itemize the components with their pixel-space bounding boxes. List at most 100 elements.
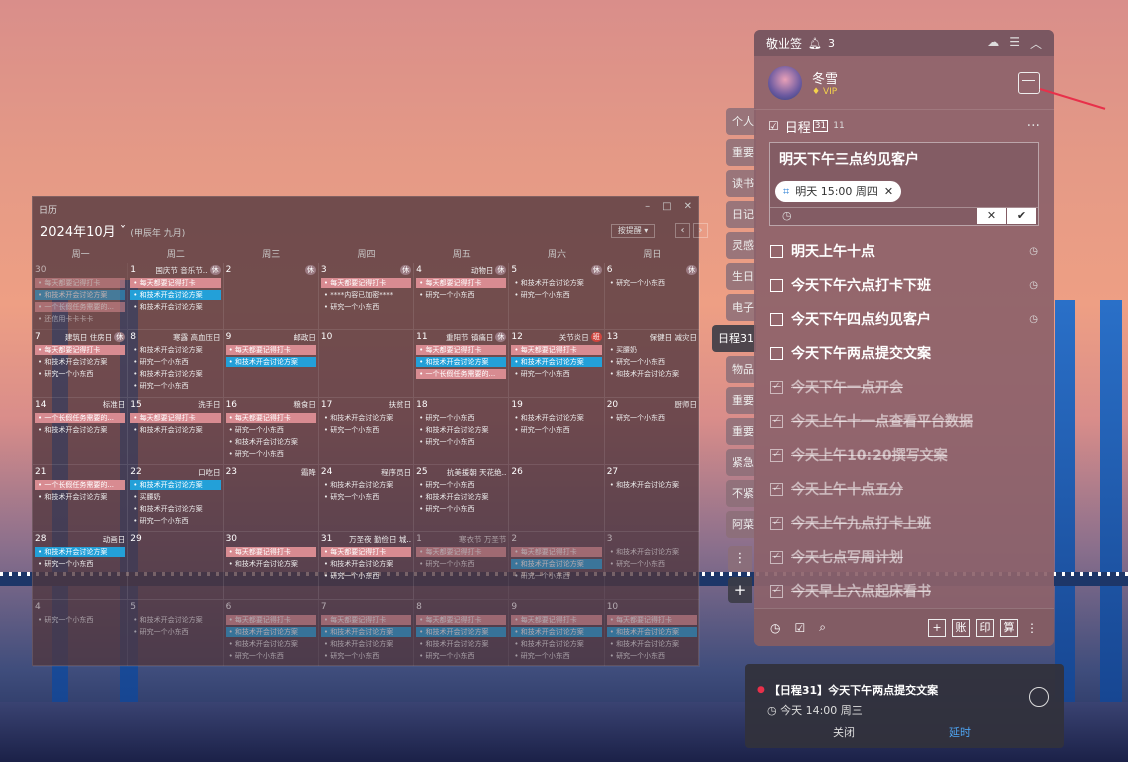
category-tab[interactable]: 重要 [726,418,756,445]
calendar-event[interactable]: • 和技术开会讨论方案 [321,480,411,490]
day-cell[interactable]: 3 休 • 每天都要记得打卡 • ****内容已加密**** • 研究一个小东西 [318,263,415,331]
calendar-event[interactable]: • 和技术开会讨论方案 [607,369,697,379]
toolbar-button[interactable]: 印 [976,618,994,637]
calendar-event[interactable]: • 和技术开会讨论方案 [416,357,507,368]
calendar-event[interactable]: • 和技术开会讨论方案 [607,639,697,649]
calendar-event[interactable]: • 和技术开会讨论方案 [416,425,506,435]
calendar-event[interactable]: • 一个长假任务需要的... [416,369,507,380]
day-cell[interactable]: 6 休 • 研究一个小东西 [604,263,700,331]
close-icon[interactable]: ✕ [684,201,692,212]
calendar-event[interactable]: • ****内容已加密**** [321,290,411,300]
calendar-event[interactable]: • 和技术开会讨论方案 [130,480,221,490]
toolbar-button[interactable]: + [928,618,946,637]
calendar-event[interactable]: • 和技术开会讨论方案 [606,626,697,637]
calendar-event[interactable]: • 研究一个小东西 [607,413,697,423]
calendar-event[interactable]: • 每天都要记得打卡 [416,345,507,356]
calendar-event[interactable]: • 研究一个小东西 [321,571,411,581]
calendar-event[interactable]: • 研究一个小东西 [511,571,601,581]
calendar-event[interactable]: • 每天都要记得打卡 [511,345,602,356]
calendar-event[interactable]: • 研究一个小东西 [130,357,220,367]
calendar-event[interactable]: • 还信用卡卡卡卡 [35,314,125,324]
calendar-event[interactable]: • 研究一个小东西 [35,559,125,569]
calendar-event[interactable]: • 和技术开会讨论方案 [416,492,506,502]
calendar-event[interactable]: • 研究一个小东西 [511,651,601,661]
todo-checkbox[interactable]: ✓ [770,414,783,428]
calendar-event[interactable]: • 和技术开会讨论方案 [130,302,220,312]
day-cell[interactable]: 27 • 和技术开会讨论方案 [604,465,700,533]
day-cell[interactable]: 2休 [223,263,319,331]
day-cell[interactable]: 4 动物日休 • 每天都要记得打卡 • 研究一个小东西 [414,263,510,331]
checklist-icon[interactable]: ☑ [794,621,805,635]
calendar-event[interactable]: • 研究一个小东西 [607,559,697,569]
calendar-event[interactable]: • 和技术开会讨论方案 [225,357,316,368]
calendar-event[interactable]: • 每天都要记得打卡 [320,547,412,558]
day-cell[interactable]: 11 重阳节 镇痛日休 • 每天都要记得打卡 • 和技术开会讨论方案 • 一个长假任务需… [414,330,510,398]
calendar-event[interactable]: • 每天都要记得打卡 [225,345,316,356]
calendar-event[interactable]: • 研究一个小东西 [226,425,316,435]
todo-checkbox[interactable] [770,312,783,326]
calendar-event[interactable]: • 和技术开会讨论方案 [130,345,220,355]
calendar-event[interactable]: • 每天都要记得打卡 [130,412,221,423]
calendar-event[interactable]: • 和技术开会讨论方案 [225,626,316,637]
day-cell[interactable]: 24 程序员日 • 和技术开会讨论方案 • 研究一个小东西 [318,465,415,533]
todo-item[interactable]: 明天上午十点 ◷ [754,234,1054,268]
calendar-event[interactable]: • 和技术开会讨论方案 [321,559,411,569]
calendar-event[interactable]: • 研究一个小东西 [511,369,601,379]
todo-item[interactable]: ✓ 今天七点写周计划 [754,540,1054,574]
calendar-event[interactable]: • 研究一个小东西 [416,413,506,423]
day-cell[interactable]: 14 标准日 • 一个长假任务需要的... • 和技术开会讨论方案 [33,397,129,465]
category-tab[interactable]: 物品 [726,356,756,383]
day-cell[interactable]: 31 万圣夜 勤俭日 城.. • 每天都要记得打卡 • 和技术开会讨论方案 • 研究一个… [318,532,415,600]
chip-close-icon[interactable]: ✕ [884,181,893,202]
day-cell[interactable]: 6 • 每天都要记得打卡 • 和技术开会讨论方案 • 和技术开会讨论方案 • 研究一个小… [223,599,319,667]
calendar-event[interactable]: • 每天都要记得打卡 [416,614,507,625]
day-cell[interactable]: 25 抗美援朝 天花绝.. • 研究一个小东西 • 和技术开会讨论方案 • 研究一个小东… [414,465,510,533]
calendar-event[interactable]: • 研究一个小东西 [130,381,220,391]
day-cell[interactable]: 15 洗手日 • 每天都要记得打卡 • 和技术开会讨论方案 [128,397,224,465]
time-chip[interactable]: ⌗ 明天 15:00 周四 ✕ [775,181,902,202]
category-tab[interactable]: 读书 [726,170,756,197]
day-cell[interactable]: 29 [128,532,224,600]
chevron-up-icon[interactable]: ︿ [1030,35,1042,52]
calendar-event[interactable]: • 研究一个小东西 [321,492,411,502]
todo-item[interactable]: ✓ 今天上午九点打卡上班 [754,506,1054,540]
bell-icon[interactable]: 🔔︎ [808,37,822,50]
complete-checkbox[interactable] [1029,687,1049,707]
calendar-event[interactable]: • 和技术开会讨论方案 [130,615,220,625]
calendar-event[interactable]: • 和技术开会讨论方案 [35,547,126,558]
calendar-event[interactable]: • 和技术开会讨论方案 [130,290,221,300]
toolbar-button[interactable]: 账 [952,618,970,637]
calendar-event[interactable]: • 和技术开会讨论方案 [35,357,125,367]
todo-checkbox[interactable]: ✓ [770,516,783,530]
calendar-event[interactable]: • 研究一个小东西 [416,651,506,661]
calendar-event[interactable]: • 和技术开会讨论方案 [511,413,601,423]
day-cell[interactable]: 21 • 一个长假任务需要的... • 和技术开会讨论方案 [33,465,129,533]
category-tab[interactable]: 不紧 [726,480,756,507]
calendar-event[interactable]: • 每天都要记得打卡 [416,278,507,288]
more-icon[interactable]: ··· [1027,118,1040,134]
calendar-icon[interactable] [1018,71,1040,94]
calendar-event[interactable]: • 每天都要记得打卡 [35,278,126,288]
category-tab[interactable]: 重要 [726,139,756,166]
day-cell[interactable]: 2 • 每天都要记得打卡 • 和技术开会讨论方案 • 研究一个小东西 [509,532,605,600]
todo-item[interactable]: 今天下午六点打卡下班 ◷ [754,268,1054,302]
day-cell[interactable]: 8 • 每天都要记得打卡 • 和技术开会讨论方案 • 和技术开会讨论方案 • 研究一个小… [414,599,510,667]
category-tab[interactable]: 紧急 [726,449,756,476]
calendar-event[interactable]: • 和技术开会讨论方案 [607,480,697,490]
category-tab[interactable]: 日记 [726,201,756,228]
day-cell[interactable]: 9 邮政日 • 每天都要记得打卡 • 和技术开会讨论方案 [223,330,319,398]
search-icon[interactable]: ⌕ [819,620,826,635]
todo-item[interactable]: 今天下午两点提交文案 [754,336,1054,370]
day-cell[interactable]: 3 • 和技术开会讨论方案 • 研究一个小东西 [604,532,700,600]
calendar-event[interactable]: • 买腰奶 [130,492,220,502]
calendar-event[interactable]: • 每天都要记得打卡 [130,278,221,288]
calendar-event[interactable]: • 每天都要记得打卡 [225,547,316,558]
calendar-event[interactable]: • 每天都要记得打卡 [511,614,602,625]
calendar-event[interactable]: • 研究一个小东西 [416,290,506,300]
todo-checkbox[interactable]: ✓ [770,584,783,598]
maximize-icon[interactable]: □ [662,201,671,212]
day-cell[interactable]: 8 寒露 高血压日 • 和技术开会讨论方案 • 研究一个小东西 • 和技术开会讨论方案 •… [128,330,224,398]
close-button[interactable]: 关闭 [833,724,855,740]
calendar-event[interactable]: • 每天都要记得打卡 [225,614,316,625]
todo-checkbox[interactable] [770,244,783,258]
